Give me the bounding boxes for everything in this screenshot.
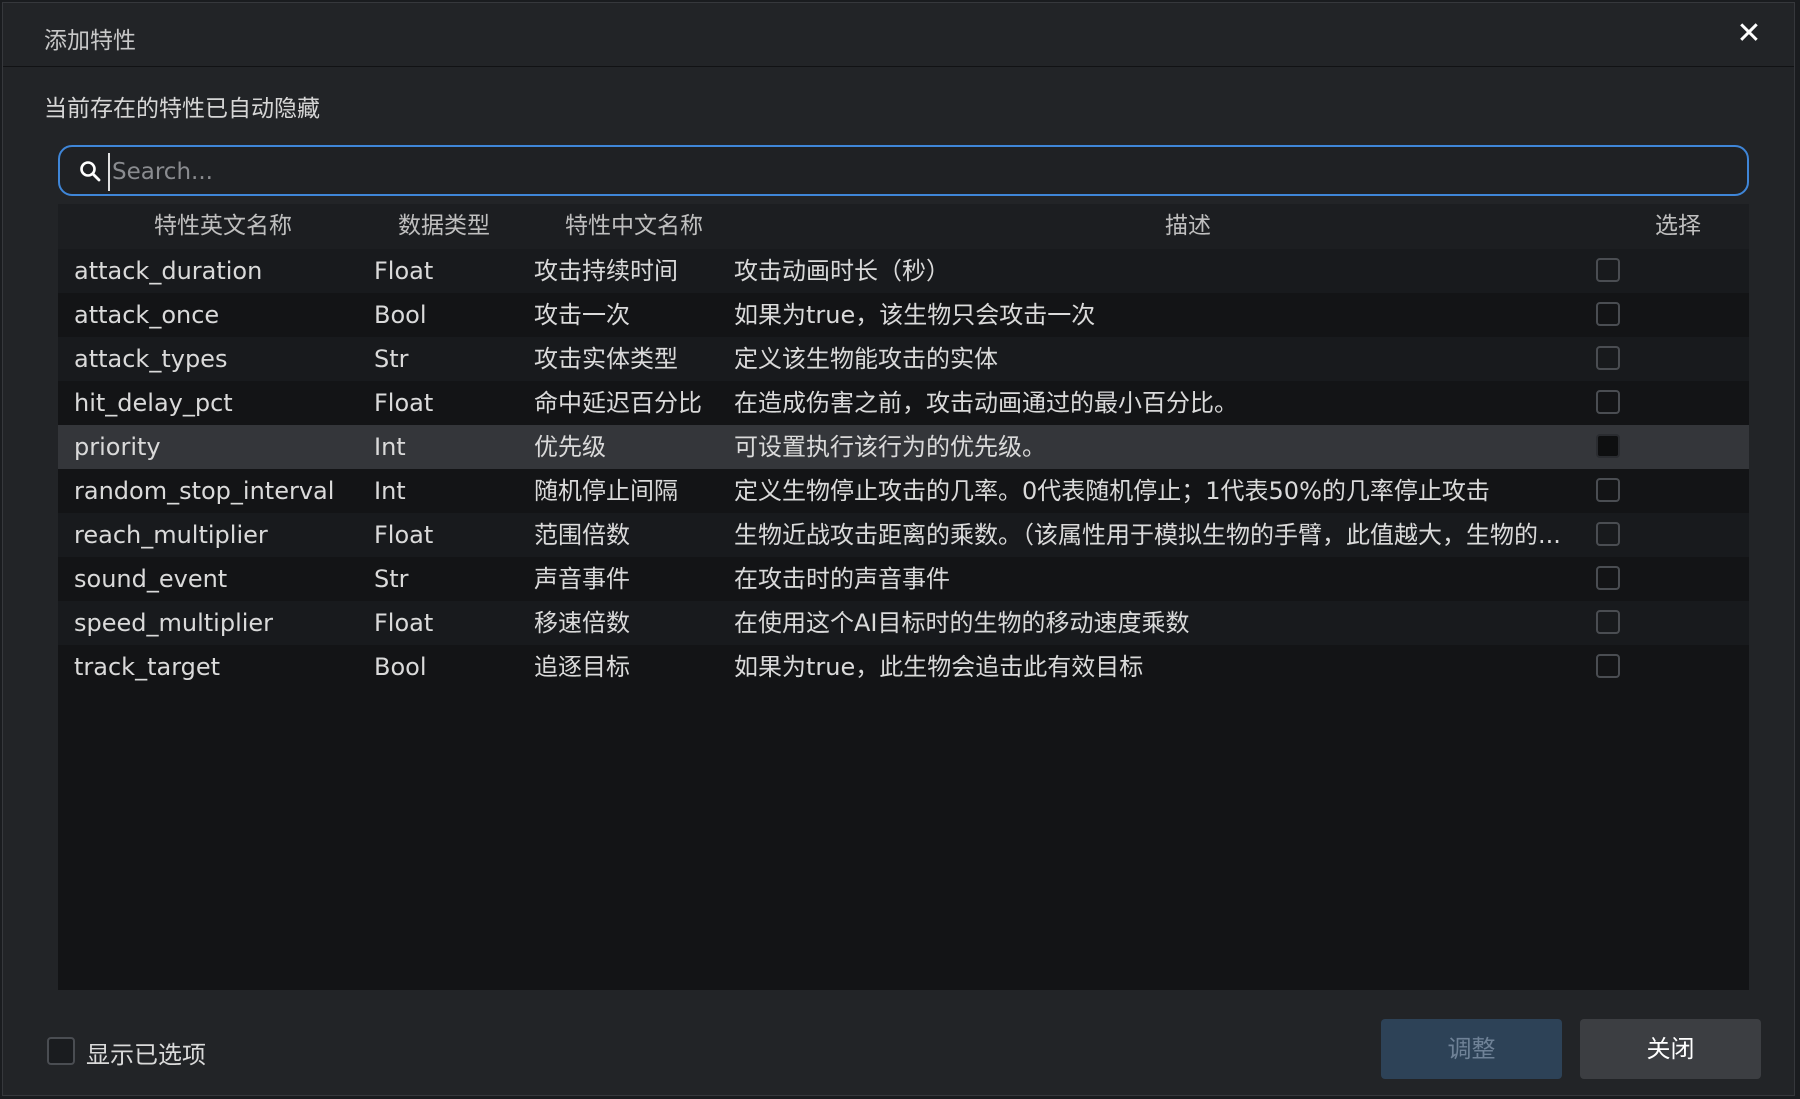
table-row[interactable]: reach_multiplier Float 范围倍数 生物近战攻击距离的乘数。（该属… bbox=[58, 513, 1749, 557]
table-row[interactable]: attack_once Bool 攻击一次 如果为true，该生物只会攻击一次 bbox=[58, 293, 1749, 337]
cell-cn-name: 追逐目标 bbox=[534, 653, 630, 681]
header-cn-name[interactable]: 特性中文名称 bbox=[534, 204, 734, 249]
row-select-checkbox[interactable] bbox=[1596, 478, 1620, 502]
row-select-checkbox[interactable] bbox=[1596, 346, 1620, 370]
show-selected-label: 显示已选项 bbox=[86, 1041, 206, 1069]
cell-type: Bool bbox=[374, 301, 427, 329]
cell-cn-name: 攻击一次 bbox=[534, 301, 630, 329]
cell-cn-name: 声音事件 bbox=[534, 565, 630, 593]
cell-desc: 生物近战攻击距离的乘数。（该属性用于模拟生物的手臂，此值越大，生物的... bbox=[734, 521, 1561, 549]
cell-type: Float bbox=[374, 521, 434, 549]
row-select-checkbox[interactable] bbox=[1596, 566, 1620, 590]
header-select[interactable]: 选择 bbox=[1638, 204, 1718, 249]
table-row[interactable]: sound_event Str 声音事件 在攻击时的声音事件 bbox=[58, 557, 1749, 601]
cell-cn-name: 攻击实体类型 bbox=[534, 345, 678, 373]
header-name[interactable]: 特性英文名称 bbox=[113, 204, 333, 249]
cell-name: hit_delay_pct bbox=[74, 389, 233, 417]
cell-name: random_stop_interval bbox=[74, 477, 335, 505]
cell-desc: 如果为true，此生物会追击此有效目标 bbox=[734, 653, 1144, 681]
cell-desc: 在攻击时的声音事件 bbox=[734, 565, 950, 593]
cell-name: reach_multiplier bbox=[74, 521, 268, 549]
cell-cn-name: 范围倍数 bbox=[534, 521, 630, 549]
cell-cn-name: 随机停止间隔 bbox=[534, 477, 678, 505]
cell-type: Str bbox=[374, 345, 409, 373]
search-icon bbox=[80, 161, 101, 182]
cell-desc: 在使用这个AI目标时的生物的移动速度乘数 bbox=[734, 609, 1190, 637]
table-row[interactable]: speed_multiplier Float 移速倍数 在使用这个AI目标时的生物的移… bbox=[58, 601, 1749, 645]
cell-type: Int bbox=[374, 433, 406, 461]
show-selected-checkbox[interactable] bbox=[47, 1037, 75, 1065]
table-row[interactable]: attack_duration Float 攻击持续时间 攻击动画时长（秒） bbox=[58, 249, 1749, 293]
close-icon[interactable]: ✕ bbox=[1732, 17, 1766, 51]
row-select-checkbox[interactable] bbox=[1596, 522, 1620, 546]
row-select-checkbox[interactable] bbox=[1596, 654, 1620, 678]
search-input[interactable] bbox=[108, 153, 1734, 191]
cell-type: Bool bbox=[374, 653, 427, 681]
cell-desc: 攻击动画时长（秒） bbox=[734, 257, 950, 285]
table-header: 特性英文名称 数据类型 特性中文名称 描述 选择 bbox=[58, 204, 1749, 249]
traits-table: 特性英文名称 数据类型 特性中文名称 描述 选择 attack_duration… bbox=[58, 204, 1749, 990]
search-box bbox=[58, 145, 1749, 196]
cell-type: Str bbox=[374, 565, 409, 593]
header-type[interactable]: 数据类型 bbox=[384, 204, 504, 249]
cell-name: attack_types bbox=[74, 345, 228, 373]
close-button[interactable]: 关闭 bbox=[1580, 1019, 1761, 1079]
cell-type: Float bbox=[374, 257, 434, 285]
cell-desc: 可设置执行该行为的优先级。 bbox=[734, 433, 1046, 461]
table-row[interactable]: random_stop_interval Int 随机停止间隔 定义生物停止攻击的几率… bbox=[58, 469, 1749, 513]
add-trait-dialog: 添加特性 ✕ 当前存在的特性已自动隐藏 特性英文名称 数据类型 特性中文名称 描… bbox=[2, 2, 1795, 1096]
cell-desc: 如果为true，该生物只会攻击一次 bbox=[734, 301, 1096, 329]
cell-name: priority bbox=[74, 433, 161, 461]
adjust-button[interactable]: 调整 bbox=[1381, 1019, 1562, 1079]
row-select-checkbox[interactable] bbox=[1596, 390, 1620, 414]
header-desc[interactable]: 描述 bbox=[1138, 204, 1238, 249]
table-row[interactable]: hit_delay_pct Float 命中延迟百分比 在造成伤害之前，攻击动画通过的… bbox=[58, 381, 1749, 425]
cell-desc: 定义生物停止攻击的几率。0代表随机停止；1代表50%的几率停止攻击 bbox=[734, 477, 1490, 505]
cell-name: track_target bbox=[74, 653, 221, 681]
cell-cn-name: 命中延迟百分比 bbox=[534, 389, 702, 417]
cell-type: Float bbox=[374, 609, 434, 637]
cell-name: sound_event bbox=[74, 565, 228, 593]
cell-desc: 定义该生物能攻击的实体 bbox=[734, 345, 998, 373]
dialog-title: 添加特性 bbox=[44, 28, 136, 54]
cell-cn-name: 攻击持续时间 bbox=[534, 257, 678, 285]
cell-cn-name: 优先级 bbox=[534, 433, 606, 461]
cell-name: attack_duration bbox=[74, 257, 263, 285]
dialog-titlebar: 添加特性 ✕ bbox=[3, 3, 1794, 67]
row-select-checkbox[interactable] bbox=[1596, 258, 1620, 282]
row-select-checkbox[interactable] bbox=[1596, 302, 1620, 326]
table-row[interactable]: track_target Bool 追逐目标 如果为true，此生物会追击此有效目标 bbox=[58, 645, 1749, 689]
cell-name: attack_once bbox=[74, 301, 220, 329]
row-select-checkbox[interactable] bbox=[1596, 434, 1620, 458]
table-row[interactable]: priority Int 优先级 可设置执行该行为的优先级。 bbox=[58, 425, 1749, 469]
cell-type: Int bbox=[374, 477, 406, 505]
table-row[interactable]: attack_types Str 攻击实体类型 定义该生物能攻击的实体 bbox=[58, 337, 1749, 381]
hidden-traits-hint: 当前存在的特性已自动隐藏 bbox=[44, 96, 320, 122]
row-select-checkbox[interactable] bbox=[1596, 610, 1620, 634]
cell-name: speed_multiplier bbox=[74, 609, 274, 637]
cell-type: Float bbox=[374, 389, 434, 417]
cell-desc: 在造成伤害之前，攻击动画通过的最小百分比。 bbox=[734, 389, 1238, 417]
cell-cn-name: 移速倍数 bbox=[534, 609, 630, 637]
